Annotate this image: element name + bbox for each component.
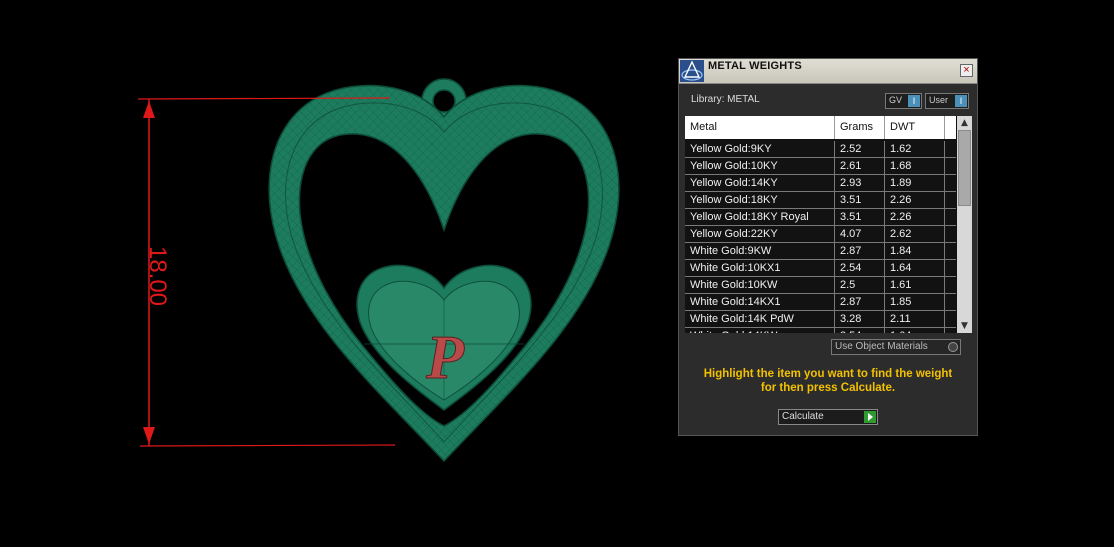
table-row[interactable]: White Gold:14KX1 2.87 1.85 xyxy=(685,294,956,311)
metal-name-cell: White Gold:14KX1 xyxy=(685,294,835,310)
dwt-cell: 1.89 xyxy=(885,175,945,191)
user-toggle-knob: I xyxy=(955,95,967,107)
metal-name-cell: Yellow Gold:18KY xyxy=(685,192,835,208)
scroll-down-arrow-icon[interactable]: ▼ xyxy=(957,319,972,333)
grams-cell: 3.51 xyxy=(835,192,885,208)
grams-cell: 3.51 xyxy=(835,209,885,225)
close-button[interactable]: × xyxy=(960,64,973,77)
grams-cell: 2.87 xyxy=(835,294,885,310)
table-scrollbar[interactable]: ▲ ▼ xyxy=(957,116,972,333)
initial-letter: P xyxy=(425,324,465,392)
table-row[interactable]: White Gold:14K PdW 3.28 2.11 xyxy=(685,311,956,328)
metal-name-cell: White Gold:10KX1 xyxy=(685,260,835,276)
table-row[interactable]: White Gold:10KW 2.5 1.61 xyxy=(685,277,956,294)
grams-cell: 2.54 xyxy=(835,260,885,276)
calculate-label: Calculate xyxy=(782,411,824,422)
dwt-cell: 2.62 xyxy=(885,226,945,242)
3d-viewport[interactable]: P 18.00 xyxy=(0,0,660,547)
user-toggle[interactable]: User I xyxy=(925,93,969,109)
metal-name-cell: White Gold:9KW xyxy=(685,243,835,259)
gv-toggle[interactable]: GV I xyxy=(885,93,922,109)
metal-name-cell: Yellow Gold:9KY xyxy=(685,141,835,157)
use-object-materials-label: Use Object Materials xyxy=(835,341,928,352)
table-row[interactable]: White Gold:14KW2.541.64 xyxy=(685,328,956,333)
column-header-dwt[interactable]: DWT xyxy=(885,116,945,139)
dwt-cell: 2.11 xyxy=(885,311,945,327)
grams-cell: 3.28 xyxy=(835,311,885,327)
table-row[interactable]: Yellow Gold:18KY 3.51 2.26 xyxy=(685,192,956,209)
dwt-cell: 1.68 xyxy=(885,158,945,174)
dimension-annotation: 18.00 xyxy=(137,97,396,447)
dwt-cell: 1.84 xyxy=(885,243,945,259)
metal-name-cell: Yellow Gold:10KY xyxy=(685,158,835,174)
scroll-thumb[interactable] xyxy=(958,130,971,206)
dwt-cell: 1.64 xyxy=(885,260,945,276)
pendant-model: P 18.00 xyxy=(137,78,620,463)
metal-name-cell: White Gold:10KW xyxy=(685,277,835,293)
library-label: Library: METAL xyxy=(691,94,760,105)
grams-cell: 2.54 xyxy=(835,328,885,333)
radio-dot-icon xyxy=(948,342,958,352)
gv-toggle-label: GV xyxy=(889,95,903,105)
app-logo-icon xyxy=(680,60,704,82)
panel-title: METAL WEIGHTS xyxy=(708,60,802,72)
table-row[interactable]: White Gold:10KX1 2.54 1.64 xyxy=(685,260,956,277)
metal-name-cell: White Gold:14K PdW xyxy=(685,311,835,327)
dimension-arrow-top xyxy=(143,101,155,118)
grams-cell: 2.93 xyxy=(835,175,885,191)
grams-cell: 2.5 xyxy=(835,277,885,293)
instruction-text: Highlight the item you want to find the … xyxy=(679,367,977,395)
table-row[interactable]: Yellow Gold:9KY 2.52 1.62 xyxy=(685,141,956,158)
metal-name-cell: Yellow Gold:14KY xyxy=(685,175,835,191)
table-row[interactable]: Yellow Gold:14KY 2.93 1.89 xyxy=(685,175,956,192)
panel-titlebar[interactable]: METAL WEIGHTS × xyxy=(679,59,977,84)
grams-cell: 4.07 xyxy=(835,226,885,242)
grams-cell: 2.52 xyxy=(835,141,885,157)
dwt-cell: 2.26 xyxy=(885,192,945,208)
scroll-up-arrow-icon[interactable]: ▲ xyxy=(957,116,972,130)
instruction-line-1: Highlight the item you want to find the … xyxy=(703,368,953,380)
metal-name-cell: Yellow Gold:18KY Royal xyxy=(685,209,835,225)
calculate-button[interactable]: Calculate xyxy=(778,409,878,425)
metal-table: Metal Grams DWT Yellow Gold:9KY 2.52 1.62 Y… xyxy=(685,116,972,333)
metal-name-cell: White Gold:14KW xyxy=(685,328,835,333)
table-row[interactable]: Yellow Gold:22KY 4.07 2.62 xyxy=(685,226,956,243)
metal-weights-panel: METAL WEIGHTS × Library: METAL GV I User… xyxy=(678,58,978,436)
grams-cell: 2.87 xyxy=(835,243,885,259)
table-header: Metal Grams DWT xyxy=(685,116,956,139)
use-object-materials-toggle[interactable]: Use Object Materials xyxy=(831,339,961,355)
table-row[interactable]: White Gold:9KW 2.87 1.84 xyxy=(685,243,956,260)
table-body: Yellow Gold:9KY 2.52 1.62 Yellow Gold:10KY 2… xyxy=(685,141,956,333)
dwt-cell: 1.61 xyxy=(885,277,945,293)
dimension-label: 18.00 xyxy=(144,246,171,306)
dwt-cell: 1.85 xyxy=(885,294,945,310)
grams-cell: 2.61 xyxy=(835,158,885,174)
column-header-grams[interactable]: Grams xyxy=(835,116,885,139)
user-toggle-label: User xyxy=(929,95,949,105)
play-arrow-icon xyxy=(864,411,876,423)
gv-toggle-knob: I xyxy=(908,95,920,107)
table-row[interactable]: Yellow Gold:10KY 2.61 1.68 xyxy=(685,158,956,175)
column-header-metal[interactable]: Metal xyxy=(685,116,835,139)
metal-name-cell: Yellow Gold:22KY xyxy=(685,226,835,242)
dimension-arrow-bottom xyxy=(143,427,155,444)
dwt-cell: 1.64 xyxy=(885,328,945,333)
dwt-cell: 2.26 xyxy=(885,209,945,225)
dwt-cell: 1.62 xyxy=(885,141,945,157)
instruction-line-2: for then press Calculate. xyxy=(760,382,896,394)
table-row[interactable]: Yellow Gold:18KY Royal 3.51 2.26 xyxy=(685,209,956,226)
